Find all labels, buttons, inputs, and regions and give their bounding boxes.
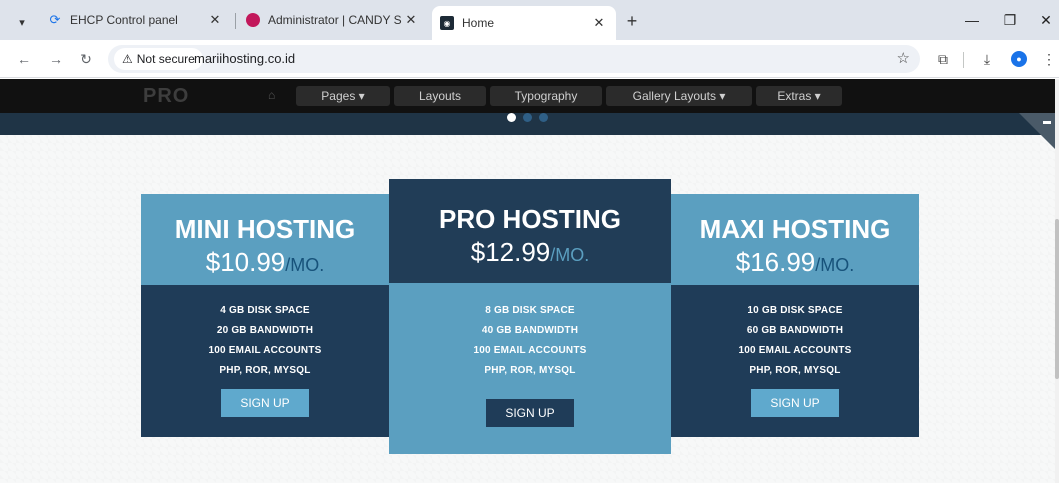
extensions-icon[interactable]: ⧉ [932, 48, 954, 70]
slider-dot[interactable] [523, 113, 532, 122]
tab-title: Home [462, 16, 495, 30]
feature-item: 100 EMAIL ACCOUNTS [738, 345, 852, 356]
feature-item: 10 GB DISK SPACE [747, 305, 843, 316]
slider-dot[interactable] [539, 113, 548, 122]
minus-icon [1043, 121, 1051, 124]
feature-item: 8 GB DISK SPACE [485, 305, 575, 316]
nav-layouts[interactable]: Layouts [394, 86, 486, 106]
close-tab-icon[interactable]: ✕ [402, 11, 420, 29]
nav-gallery-layouts[interactable]: Gallery Layouts ▾ [606, 86, 752, 106]
plan-name: MAXI HOSTING [699, 214, 891, 244]
close-tab-icon[interactable]: ✕ [590, 14, 608, 32]
plan-header: MAXI HOSTING $16.99/MO. [671, 194, 919, 285]
warning-icon: ⚠ [122, 52, 133, 66]
feature-item: 100 EMAIL ACCOUNTS [208, 345, 322, 356]
plan-card-pro: PRO HOSTING $12.99/MO. 8 GB DISK SPACE 4… [389, 179, 671, 454]
minimize-icon[interactable]: — [962, 10, 982, 30]
plan-price: $10.99/MO. [141, 247, 389, 278]
plan-header: MINI HOSTING $10.99/MO. [141, 194, 389, 285]
admin-icon [246, 13, 260, 27]
download-icon[interactable]: ⤓ [976, 48, 998, 70]
plan-price: $16.99/MO. [671, 247, 919, 278]
feature-item: PHP, ROR, MYSQL [484, 365, 576, 376]
price-amount: $10.99 [205, 247, 286, 277]
tab-title: Administrator | CANDY SCHOO [268, 13, 402, 27]
back-icon[interactable]: ← [14, 49, 34, 69]
bookmark-star-icon[interactable]: ☆ [897, 49, 910, 67]
site-logo[interactable]: PRO [143, 85, 189, 108]
close-window-icon[interactable]: ✕ [1036, 10, 1056, 30]
sign-up-button[interactable]: SIGN UP [221, 389, 309, 417]
home-icon[interactable]: ⌂ [268, 88, 275, 102]
reload-icon[interactable]: ↻ [76, 49, 96, 69]
price-period: /MO. [815, 255, 855, 275]
feature-item: PHP, ROR, MYSQL [219, 365, 311, 376]
nav-extras[interactable]: Extras ▾ [756, 86, 842, 106]
restore-icon[interactable]: ❐ [1000, 10, 1020, 30]
plan-name: MINI HOSTING [174, 214, 356, 244]
tab-administrator[interactable]: Administrator | CANDY SCHOO ✕ [238, 6, 428, 34]
menu-kebab-icon[interactable]: ⋮ [1038, 48, 1059, 70]
tab-title: EHCP Control panel [70, 13, 178, 27]
tab-separator [235, 13, 236, 29]
ehcp-icon: ⟳ [49, 12, 61, 27]
plan-header: PRO HOSTING $12.99/MO. [389, 179, 671, 283]
plan-card-maxi: MAXI HOSTING $16.99/MO. 10 GB DISK SPACE… [671, 194, 919, 437]
price-amount: $12.99 [470, 237, 551, 267]
site-nav-bar: PRO ⌂ Pages ▾ Layouts Typography Gallery… [0, 79, 1055, 113]
close-tab-icon[interactable]: ✕ [206, 11, 224, 29]
address-bar[interactable]: ⚠ Not secure mariihosting.co.id ☆ [108, 45, 920, 73]
tab-search-chevron-icon[interactable]: ▾ [10, 10, 34, 34]
corner-toggle[interactable] [1019, 113, 1055, 149]
price-amount: $16.99 [735, 247, 816, 277]
plan-price: $12.99/MO. [389, 237, 671, 268]
security-label: Not secure [136, 52, 195, 66]
slider-dot-active[interactable] [507, 113, 516, 122]
url-text: mariihosting.co.id [194, 51, 296, 66]
profile-avatar-icon[interactable]: ● [1011, 51, 1027, 67]
toolbar-divider [963, 52, 964, 68]
feature-item: 100 EMAIL ACCOUNTS [473, 345, 587, 356]
nav-pages[interactable]: Pages ▾ [296, 86, 390, 106]
feature-item: 60 GB BANDWIDTH [746, 325, 844, 336]
feature-item: 4 GB DISK SPACE [220, 305, 310, 316]
tab-home[interactable]: ◉ Home ✕ [432, 6, 616, 40]
security-chip[interactable]: ⚠ Not secure [114, 48, 203, 70]
home-favicon: ◉ [440, 16, 454, 30]
tab-ehcp[interactable]: ⟳ EHCP Control panel ✕ [40, 6, 232, 34]
sign-up-button[interactable]: SIGN UP [751, 389, 839, 417]
scrollbar-thumb[interactable] [1055, 219, 1059, 379]
plan-features: 8 GB DISK SPACE 40 GB BANDWIDTH 100 EMAI… [389, 283, 671, 454]
browser-toolbar: ← → ↻ ⚠ Not secure mariihosting.co.id ☆ … [0, 40, 1059, 78]
forward-icon[interactable]: → [46, 49, 66, 69]
price-period: /MO. [550, 245, 590, 265]
tab-strip: ▾ ⟳ EHCP Control panel ✕ Administrator |… [0, 0, 1059, 40]
plan-name: PRO HOSTING [438, 204, 621, 234]
web-page: PRO ⌂ Pages ▾ Layouts Typography Gallery… [0, 79, 1059, 483]
price-period: /MO. [285, 255, 325, 275]
feature-item: 20 GB BANDWIDTH [216, 325, 314, 336]
nav-typography[interactable]: Typography [490, 86, 602, 106]
feature-item: PHP, ROR, MYSQL [749, 365, 841, 376]
plan-card-mini: MINI HOSTING $10.99/MO. 4 GB DISK SPACE … [141, 194, 389, 437]
feature-item: 40 GB BANDWIDTH [481, 325, 579, 336]
new-tab-button[interactable]: + [620, 9, 644, 33]
sign-up-button[interactable]: SIGN UP [486, 399, 574, 427]
